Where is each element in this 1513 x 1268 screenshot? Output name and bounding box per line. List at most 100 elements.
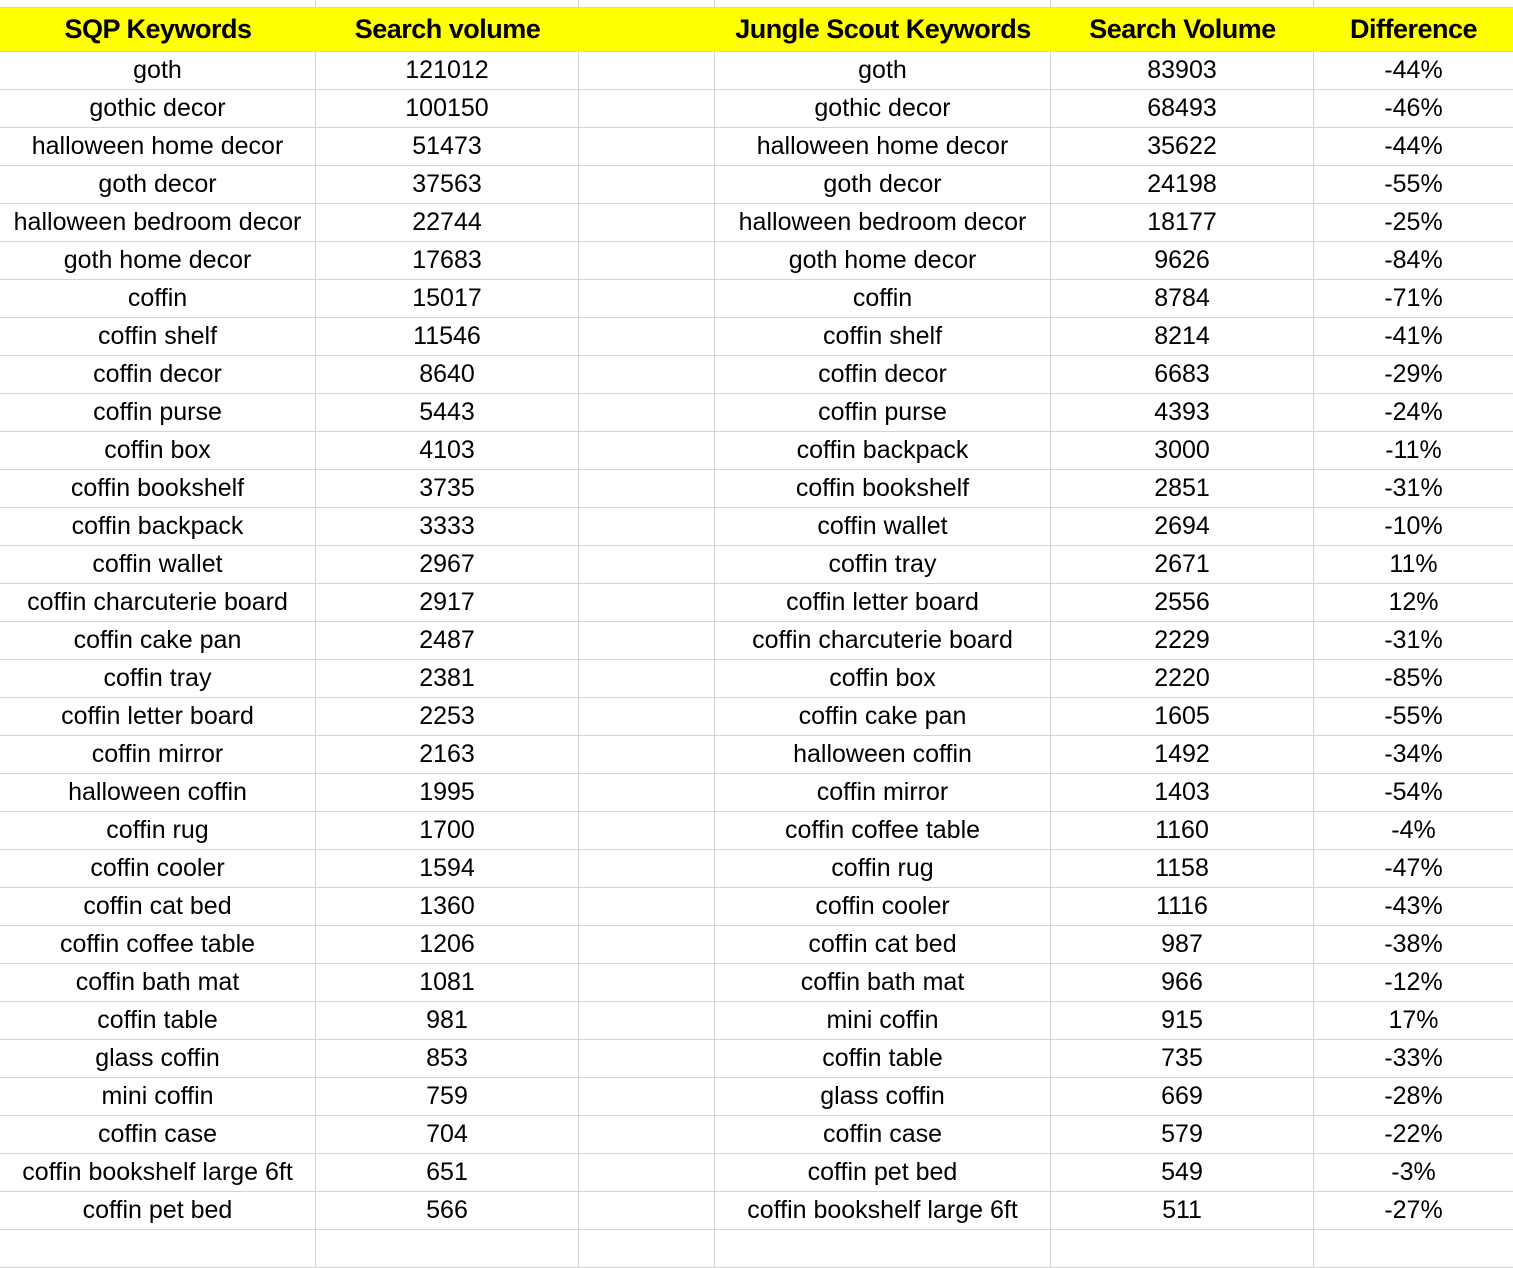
js-keyword-cell[interactable]: coffin cooler xyxy=(715,888,1051,925)
js-search-volume-cell[interactable]: 1116 xyxy=(1051,888,1314,925)
sqp-search-volume-cell[interactable]: 100150 xyxy=(316,90,579,127)
sqp-keyword-cell[interactable]: mini coffin xyxy=(0,1078,316,1115)
difference-cell[interactable]: -71% xyxy=(1314,280,1513,317)
sqp-search-volume-cell[interactable]: 2967 xyxy=(316,546,579,583)
blank-cell[interactable] xyxy=(579,888,715,925)
sqp-keyword-cell[interactable]: goth decor xyxy=(0,166,316,203)
js-keyword-cell[interactable]: coffin case xyxy=(715,1116,1051,1153)
sqp-search-volume-cell[interactable]: 51473 xyxy=(316,128,579,165)
difference-cell[interactable]: -34% xyxy=(1314,736,1513,773)
difference-cell[interactable]: -4% xyxy=(1314,812,1513,849)
js-keyword-cell[interactable]: coffin shelf xyxy=(715,318,1051,355)
difference-cell[interactable]: -12% xyxy=(1314,964,1513,1001)
difference-cell[interactable]: -85% xyxy=(1314,660,1513,697)
js-keyword-cell[interactable]: goth xyxy=(715,52,1051,89)
sqp-keyword-cell[interactable]: coffin letter board xyxy=(0,698,316,735)
js-search-volume-cell[interactable]: 1160 xyxy=(1051,812,1314,849)
sqp-keyword-cell[interactable]: coffin xyxy=(0,280,316,317)
header-sqp-search-volume[interactable]: Search volume xyxy=(316,8,579,51)
sqp-search-volume-cell[interactable]: 4103 xyxy=(316,432,579,469)
js-search-volume-cell[interactable]: 2229 xyxy=(1051,622,1314,659)
difference-cell[interactable]: -33% xyxy=(1314,1040,1513,1077)
js-search-volume-cell[interactable]: 8214 xyxy=(1051,318,1314,355)
blank-cell[interactable] xyxy=(579,546,715,583)
blank-cell[interactable] xyxy=(579,736,715,773)
header-js-search-volume[interactable]: Search Volume xyxy=(1051,8,1314,51)
js-keyword-cell[interactable]: coffin letter board xyxy=(715,584,1051,621)
sqp-search-volume-cell[interactable]: 1700 xyxy=(316,812,579,849)
js-keyword-cell[interactable]: coffin xyxy=(715,280,1051,317)
difference-cell[interactable]: -44% xyxy=(1314,128,1513,165)
difference-cell[interactable]: -31% xyxy=(1314,622,1513,659)
difference-cell[interactable]: -38% xyxy=(1314,926,1513,963)
difference-cell[interactable]: -47% xyxy=(1314,850,1513,887)
sqp-keyword-cell[interactable]: coffin cat bed xyxy=(0,888,316,925)
sqp-keyword-cell[interactable]: coffin charcuterie board xyxy=(0,584,316,621)
blank-cell[interactable] xyxy=(579,1154,715,1191)
js-search-volume-cell[interactable]: 8784 xyxy=(1051,280,1314,317)
cell[interactable] xyxy=(715,1230,1051,1267)
sqp-keyword-cell[interactable]: glass coffin xyxy=(0,1040,316,1077)
js-keyword-cell[interactable]: halloween bedroom decor xyxy=(715,204,1051,241)
sqp-keyword-cell[interactable]: coffin decor xyxy=(0,356,316,393)
blank-cell[interactable] xyxy=(579,166,715,203)
js-keyword-cell[interactable]: coffin pet bed xyxy=(715,1154,1051,1191)
sqp-search-volume-cell[interactable]: 2163 xyxy=(316,736,579,773)
sqp-keyword-cell[interactable]: coffin bath mat xyxy=(0,964,316,1001)
difference-cell[interactable]: -10% xyxy=(1314,508,1513,545)
blank-cell[interactable] xyxy=(579,128,715,165)
js-keyword-cell[interactable]: coffin table xyxy=(715,1040,1051,1077)
difference-cell[interactable]: 12% xyxy=(1314,584,1513,621)
sqp-search-volume-cell[interactable]: 121012 xyxy=(316,52,579,89)
sqp-search-volume-cell[interactable]: 8640 xyxy=(316,356,579,393)
js-search-volume-cell[interactable]: 735 xyxy=(1051,1040,1314,1077)
blank-cell[interactable] xyxy=(579,432,715,469)
blank-cell[interactable] xyxy=(579,584,715,621)
sqp-keyword-cell[interactable]: coffin cooler xyxy=(0,850,316,887)
sqp-keyword-cell[interactable]: coffin tray xyxy=(0,660,316,697)
difference-cell[interactable]: -43% xyxy=(1314,888,1513,925)
blank-cell[interactable] xyxy=(579,508,715,545)
sqp-keyword-cell[interactable]: coffin box xyxy=(0,432,316,469)
js-search-volume-cell[interactable]: 1158 xyxy=(1051,850,1314,887)
sqp-keyword-cell[interactable]: coffin cake pan xyxy=(0,622,316,659)
sqp-search-volume-cell[interactable]: 5443 xyxy=(316,394,579,431)
difference-cell[interactable]: -41% xyxy=(1314,318,1513,355)
sqp-keyword-cell[interactable]: coffin bookshelf large 6ft xyxy=(0,1154,316,1191)
js-search-volume-cell[interactable]: 18177 xyxy=(1051,204,1314,241)
sqp-keyword-cell[interactable]: coffin wallet xyxy=(0,546,316,583)
blank-cell[interactable] xyxy=(579,774,715,811)
difference-cell[interactable]: -55% xyxy=(1314,166,1513,203)
difference-cell[interactable]: -31% xyxy=(1314,470,1513,507)
header-blank[interactable] xyxy=(579,8,715,51)
blank-cell[interactable] xyxy=(579,964,715,1001)
difference-cell[interactable]: -29% xyxy=(1314,356,1513,393)
js-keyword-cell[interactable]: coffin charcuterie board xyxy=(715,622,1051,659)
sqp-search-volume-cell[interactable]: 566 xyxy=(316,1192,579,1229)
js-keyword-cell[interactable]: halloween coffin xyxy=(715,736,1051,773)
blank-cell[interactable] xyxy=(579,356,715,393)
js-search-volume-cell[interactable]: 1403 xyxy=(1051,774,1314,811)
sqp-search-volume-cell[interactable]: 2917 xyxy=(316,584,579,621)
blank-cell[interactable] xyxy=(579,622,715,659)
sqp-search-volume-cell[interactable]: 11546 xyxy=(316,318,579,355)
js-search-volume-cell[interactable]: 987 xyxy=(1051,926,1314,963)
difference-cell[interactable]: -3% xyxy=(1314,1154,1513,1191)
blank-cell[interactable] xyxy=(579,1078,715,1115)
sqp-search-volume-cell[interactable]: 37563 xyxy=(316,166,579,203)
sqp-keyword-cell[interactable]: goth home decor xyxy=(0,242,316,279)
blank-cell[interactable] xyxy=(579,204,715,241)
cell[interactable] xyxy=(316,1230,579,1267)
sqp-search-volume-cell[interactable]: 853 xyxy=(316,1040,579,1077)
sqp-search-volume-cell[interactable]: 2487 xyxy=(316,622,579,659)
sqp-keyword-cell[interactable]: halloween coffin xyxy=(0,774,316,811)
header-sqp-keywords[interactable]: SQP Keywords xyxy=(0,8,316,51)
sqp-search-volume-cell[interactable]: 651 xyxy=(316,1154,579,1191)
js-search-volume-cell[interactable]: 3000 xyxy=(1051,432,1314,469)
js-search-volume-cell[interactable]: 9626 xyxy=(1051,242,1314,279)
cell[interactable] xyxy=(0,1230,316,1267)
js-search-volume-cell[interactable]: 2694 xyxy=(1051,508,1314,545)
js-search-volume-cell[interactable]: 511 xyxy=(1051,1192,1314,1229)
blank-cell[interactable] xyxy=(579,926,715,963)
difference-cell[interactable]: -55% xyxy=(1314,698,1513,735)
